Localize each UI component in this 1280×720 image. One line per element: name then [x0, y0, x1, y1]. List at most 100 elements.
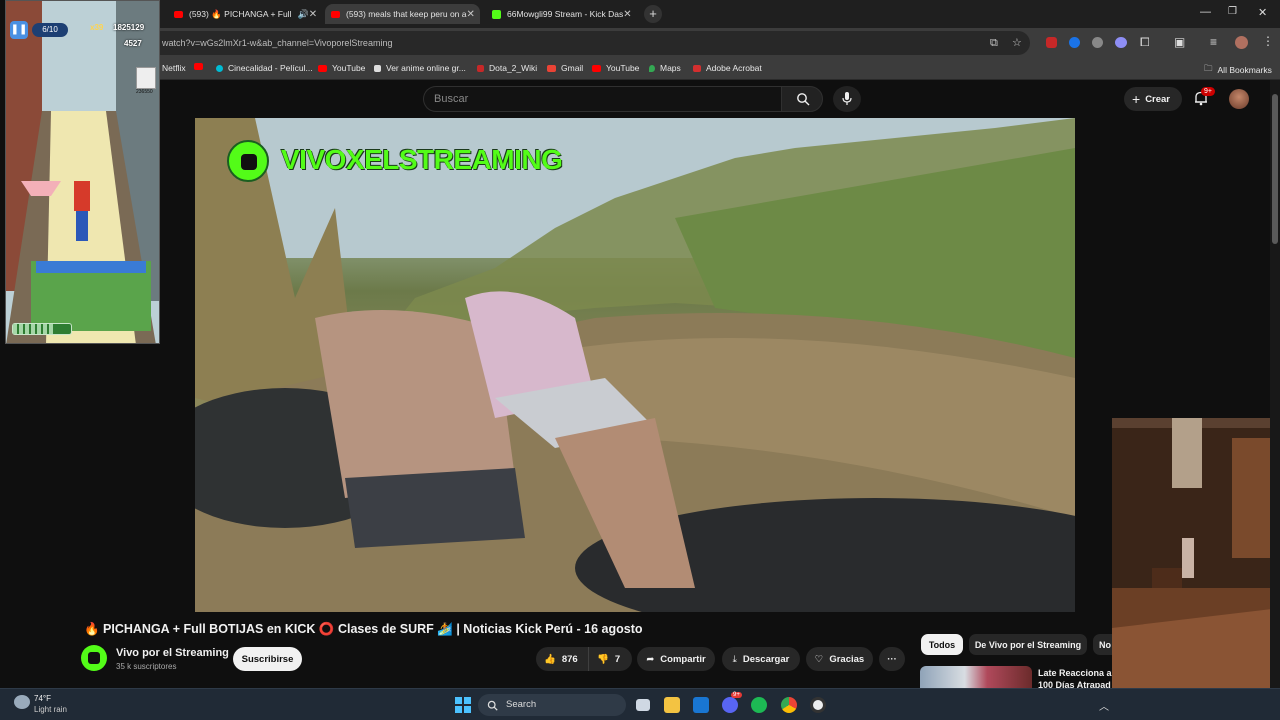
restore-icon[interactable]: ❐: [1228, 6, 1237, 17]
bookmark-youtube-icon-only[interactable]: [194, 63, 208, 70]
like-button[interactable]: 👍 876: [536, 647, 588, 671]
thanks-button[interactable]: ♡ Gracias: [806, 647, 873, 671]
chip-from-channel[interactable]: De Vivo por el Streaming: [969, 634, 1087, 655]
chrome-icon[interactable]: [781, 697, 797, 713]
browser-tab-2[interactable]: (593) meals that keep peru on a ✕: [325, 4, 480, 24]
bookmark-maps[interactable]: Maps: [649, 63, 681, 73]
discord-badge: 9+: [731, 692, 742, 698]
video-watermark-text: VIVOXELSTREAMING: [281, 144, 563, 175]
profile-avatar-icon[interactable]: [1235, 36, 1248, 49]
channel-name[interactable]: Vivo por el Streaming: [116, 647, 229, 659]
speaker-icon[interactable]: 🔊: [297, 9, 308, 20]
search-icon: [487, 700, 498, 711]
search-input[interactable]: Buscar: [423, 86, 781, 112]
thumbs-down-icon: 👎: [597, 653, 609, 665]
notifications-button[interactable]: 9+: [1193, 87, 1215, 111]
close-tab-icon[interactable]: ✕: [309, 9, 317, 20]
bookmarks-bar: Netflix Cinecalidad - Películ... YouTube…: [160, 58, 1280, 80]
account-avatar[interactable]: [1229, 89, 1249, 109]
bookmark-star-icon[interactable]: ☆: [1012, 31, 1022, 55]
media-control-icon[interactable]: ≡: [1210, 35, 1217, 49]
bookmark-cinecalidad[interactable]: Cinecalidad - Películ...: [216, 63, 313, 73]
taskbar-search-box[interactable]: Search: [478, 694, 626, 716]
recommended-title-line2[interactable]: 100 Días Atrapad: [1038, 680, 1111, 688]
bookmark-adobe-acrobat[interactable]: Adobe Acrobat: [693, 63, 762, 73]
player-avatar: [136, 67, 156, 89]
subscriber-count: 35 k suscriptores: [116, 662, 177, 671]
bookmark-youtube[interactable]: YouTube: [318, 63, 365, 73]
recommended-thumbnail[interactable]: [920, 666, 1032, 688]
powerup-meter: [12, 323, 72, 335]
bookmark-gmail[interactable]: Gmail: [547, 63, 583, 73]
powerup-fill: [13, 324, 54, 334]
extension-icon[interactable]: [1069, 37, 1080, 48]
create-button[interactable]: + Crear: [1124, 87, 1182, 111]
extension-icon[interactable]: [1092, 37, 1103, 48]
minecraft-scene: [1112, 418, 1280, 720]
pause-button[interactable]: ❚❚: [10, 21, 28, 39]
install-app-icon[interactable]: ⧉: [990, 31, 998, 55]
channel-avatar[interactable]: [81, 645, 107, 671]
voice-search-button[interactable]: [833, 86, 861, 112]
bookmark-youtube-2[interactable]: YouTube: [592, 63, 639, 73]
browser-toolbar: watch?v=wGs2lmXr1-w&ab_channel=Vivoporel…: [160, 28, 1280, 58]
browser-menu-icon[interactable]: ⋮: [1262, 34, 1274, 48]
dislike-button[interactable]: 👎 7: [588, 647, 632, 671]
close-tab-icon[interactable]: ✕: [623, 9, 631, 20]
chip-all[interactable]: Todos: [921, 634, 963, 655]
video-player[interactable]: VIVOXELSTREAMING: [195, 118, 1075, 612]
subscribe-button[interactable]: Suscribirse: [233, 647, 302, 671]
dota-wiki-icon: [477, 64, 484, 72]
spotify-icon[interactable]: [751, 697, 767, 713]
weather-cloud-icon[interactable]: [14, 695, 30, 709]
tab-label: 66Mowgli99 Stream - Kick Das: [507, 9, 624, 19]
notification-badge: 9+: [1201, 87, 1215, 96]
gmail-icon: [547, 64, 556, 72]
score-value: 1825129: [113, 23, 145, 32]
download-icon: ⤓: [732, 653, 737, 665]
microphone-icon: [842, 92, 852, 105]
side-panel-icon[interactable]: ▣: [1174, 35, 1185, 49]
recommended-title[interactable]: Late Reacciona a: [1038, 668, 1112, 678]
download-button[interactable]: ⤓ Descargar: [722, 647, 800, 671]
weather-description[interactable]: Light rain: [34, 705, 67, 714]
weather-temperature[interactable]: 74°F: [34, 694, 51, 703]
more-actions-button[interactable]: ···: [879, 647, 905, 671]
youtube-header: Buscar + Crear 9+: [160, 80, 1270, 118]
plus-icon: +: [1132, 91, 1141, 107]
page-scrollbar[interactable]: [1270, 80, 1280, 688]
extension-icon[interactable]: [1046, 37, 1057, 48]
discord-icon[interactable]: 9+: [722, 692, 742, 713]
bookmark-netflix[interactable]: Netflix: [162, 63, 186, 73]
search-button[interactable]: [781, 86, 823, 112]
windows-taskbar: 74°F Light rain Search 9+ ︿: [0, 688, 1280, 720]
file-explorer-icon[interactable]: [664, 697, 680, 713]
scrollbar-thumb[interactable]: [1272, 94, 1278, 244]
youtube-icon: [318, 64, 327, 72]
youtube-icon: [194, 63, 203, 70]
address-bar[interactable]: watch?v=wGs2lmXr1-w&ab_channel=Vivoporel…: [160, 31, 1030, 55]
channel-watermark-logo: [227, 140, 269, 182]
obs-icon[interactable]: [810, 697, 826, 713]
windows-start-icon[interactable]: [455, 697, 471, 713]
new-tab-button[interactable]: +: [644, 5, 662, 23]
url-text: watch?v=wGs2lmXr1-w&ab_channel=Vivoporel…: [162, 38, 393, 48]
bookmark-anime[interactable]: Ver anime online gr...: [374, 63, 466, 73]
chip-partial[interactable]: No: [1093, 634, 1112, 655]
all-bookmarks-button[interactable]: 🗀 All Bookmarks: [1204, 63, 1272, 77]
close-tab-icon[interactable]: ✕: [467, 9, 475, 20]
bookmark-dota-wiki[interactable]: Dota_2_Wiki: [477, 63, 537, 73]
maps-pin-icon: [649, 64, 655, 72]
minimize-icon[interactable]: —: [1200, 6, 1211, 18]
browser-tab-1[interactable]: (593) 🔥 PICHANGA + Full 🔊 ✕: [168, 4, 318, 24]
task-view-icon[interactable]: [636, 699, 650, 711]
video-frame: [195, 118, 1075, 612]
outlook-icon[interactable]: [693, 697, 709, 713]
close-window-icon[interactable]: ✕: [1258, 6, 1267, 19]
system-tray-chevron-icon[interactable]: ︿: [1099, 698, 1109, 713]
extension-icon[interactable]: [1115, 37, 1127, 48]
browser-tab-3[interactable]: 66Mowgli99 Stream - Kick Das ✕: [486, 4, 636, 24]
thumbs-up-icon: 👍: [544, 653, 556, 665]
share-button[interactable]: ➦ Compartir: [637, 647, 715, 671]
extensions-puzzle-icon[interactable]: ⧠: [1140, 35, 1150, 50]
